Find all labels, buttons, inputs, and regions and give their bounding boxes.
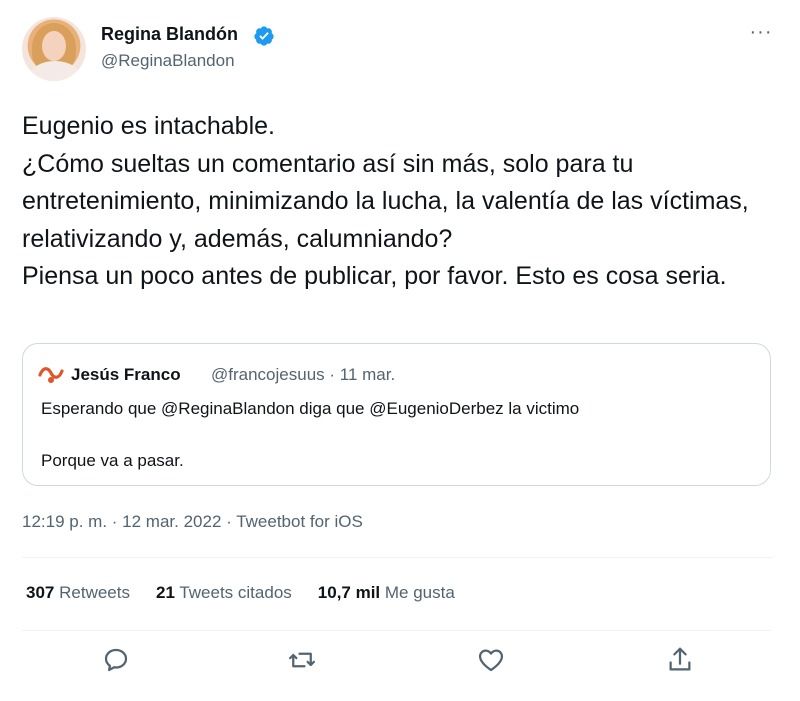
action-bar — [0, 645, 800, 679]
likes-count: 10,7 mil — [317, 583, 381, 602]
tweet-stats: 307 Retweets 21 Tweets citados 10,7 mil … — [26, 583, 455, 603]
retweet-icon[interactable] — [287, 645, 317, 675]
like-icon[interactable] — [476, 645, 506, 675]
tweet-text: Eugenio es intachable. ¿Cómo sueltas un … — [22, 112, 749, 290]
retweets-stat[interactable]: 307 Retweets — [26, 583, 130, 603]
quoted-author-handle-date: @francojesuus · 11 mar. — [211, 365, 396, 384]
more-icon[interactable]: ··· — [746, 22, 776, 46]
divider — [22, 557, 772, 558]
author-name[interactable]: Regina Blandón — [101, 24, 238, 45]
quotes-stat[interactable]: 21 Tweets citados — [156, 583, 292, 603]
retweets-count: 307 — [26, 583, 55, 602]
verified-icon — [254, 26, 274, 46]
quotes-label: Tweets citados — [179, 583, 292, 602]
reply-icon[interactable] — [101, 645, 131, 675]
quoted-author-name: Jesús Franco — [71, 365, 181, 384]
likes-label: Me gusta — [384, 583, 455, 602]
quoted-tweet[interactable]: Jesús Franco @francojesuus · 11 mar. Esp… — [22, 343, 771, 486]
avatar[interactable] — [22, 17, 86, 81]
quotes-count: 21 — [155, 583, 175, 602]
divider — [22, 630, 772, 631]
quoted-user-icon — [38, 367, 64, 383]
quoted-tweet-text: Esperando que @ReginaBlandon diga que @E… — [41, 399, 580, 470]
tweet-card: Regina Blandón @ReginaBlandon ··· Eugeni… — [0, 0, 800, 701]
tweet-timestamp[interactable]: 12:19 p. m. · 12 mar. 2022 · Tweetbot fo… — [22, 512, 363, 532]
author-handle[interactable]: @ReginaBlandon — [101, 51, 235, 71]
share-icon[interactable] — [665, 645, 695, 675]
retweets-label: Retweets — [59, 583, 130, 602]
likes-stat[interactable]: 10,7 mil Me gusta — [318, 583, 455, 603]
